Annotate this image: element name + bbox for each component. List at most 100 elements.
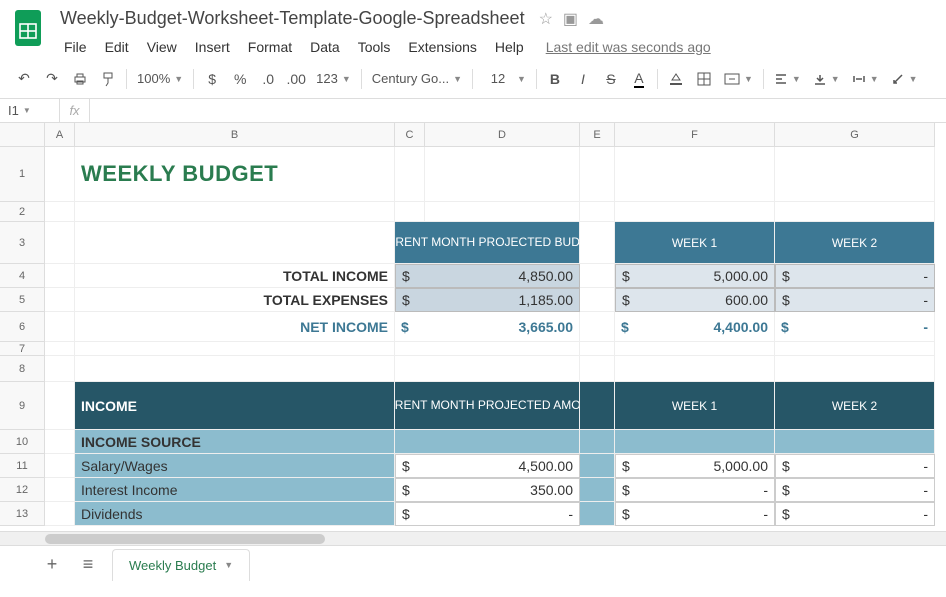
cell-E8[interactable] [580, 356, 615, 382]
col-header-E[interactable]: E [580, 123, 615, 147]
cloud-icon[interactable]: ☁ [588, 9, 604, 29]
cell-G2[interactable] [775, 202, 935, 222]
col-header-G[interactable]: G [775, 123, 935, 147]
italic-icon[interactable]: I [569, 65, 597, 93]
print-icon[interactable] [66, 65, 94, 93]
sheet-tab-weekly-budget[interactable]: Weekly Budget ▼ [112, 549, 250, 581]
net-income-w1[interactable]: $4,400.00 [615, 312, 775, 342]
net-income-proj[interactable]: $3,665.00 [395, 312, 580, 342]
total-income-label[interactable]: TOTAL INCOME [75, 264, 395, 288]
cell-G10[interactable] [775, 430, 935, 454]
cell-E12[interactable] [580, 478, 615, 502]
zoom-dropdown[interactable]: 100%▼ [131, 65, 189, 93]
row-header-8[interactable]: 8 [0, 356, 45, 382]
menu-tools[interactable]: Tools [350, 35, 399, 59]
add-sheet-icon[interactable]: + [40, 554, 64, 575]
cell-E11[interactable] [580, 454, 615, 478]
total-expenses-w1[interactable]: $600.00 [615, 288, 775, 312]
cell-E1[interactable] [580, 147, 615, 202]
cell-CD8[interactable] [395, 356, 580, 382]
number-format-dropdown[interactable]: 123▼ [310, 65, 357, 93]
cell-A13[interactable] [45, 502, 75, 526]
decrease-decimal-icon[interactable]: .0 [254, 65, 282, 93]
undo-icon[interactable]: ↶ [10, 65, 38, 93]
cell-A3[interactable] [45, 222, 75, 264]
rotation-dropdown[interactable]: ▼ [885, 65, 924, 93]
income-source-header[interactable]: INCOME SOURCE [75, 430, 395, 454]
move-icon[interactable]: ▣ [563, 9, 578, 29]
sheets-logo[interactable] [10, 6, 46, 50]
borders-icon[interactable] [690, 65, 718, 93]
salary-w2[interactable]: $- [775, 454, 935, 478]
cell-CD10[interactable] [395, 430, 580, 454]
col-header-F[interactable]: F [615, 123, 775, 147]
cell-E6[interactable] [580, 312, 615, 342]
cell-B3[interactable] [75, 222, 395, 264]
cell-E7[interactable] [580, 342, 615, 356]
cell-A2[interactable] [45, 202, 75, 222]
currency-icon[interactable]: $ [198, 65, 226, 93]
total-income-w2[interactable]: $- [775, 264, 935, 288]
increase-decimal-icon[interactable]: .00 [282, 65, 310, 93]
dividends-proj[interactable]: $- [395, 502, 580, 526]
menu-data[interactable]: Data [302, 35, 348, 59]
cell-A1[interactable] [45, 147, 75, 202]
header-week2[interactable]: WEEK 2 [775, 222, 935, 264]
row-header-9[interactable]: 9 [0, 382, 45, 430]
cell-G7[interactable] [775, 342, 935, 356]
font-size-dropdown[interactable]: 12▼ [477, 65, 532, 93]
row-header-12[interactable]: 12 [0, 478, 45, 502]
income-w2-header[interactable]: WEEK 2 [775, 382, 935, 430]
income-proj-header[interactable]: CURRENT MONTH PROJECTED AMOUNT [395, 382, 580, 430]
dividends-w2[interactable]: $- [775, 502, 935, 526]
cell-E9[interactable] [580, 382, 615, 430]
row-header-13[interactable]: 13 [0, 502, 45, 526]
cell-E13[interactable] [580, 502, 615, 526]
select-all-corner[interactable] [0, 123, 45, 147]
horizontal-scrollbar[interactable] [0, 531, 946, 545]
income-w1-header[interactable]: WEEK 1 [615, 382, 775, 430]
halign-dropdown[interactable]: ▼ [768, 65, 807, 93]
redo-icon[interactable]: ↷ [38, 65, 66, 93]
row-header-10[interactable]: 10 [0, 430, 45, 454]
row-header-4[interactable]: 4 [0, 264, 45, 288]
row-header-7[interactable]: 7 [0, 342, 45, 356]
page-title[interactable]: WEEKLY BUDGET [75, 147, 395, 202]
star-icon[interactable]: ☆ [539, 9, 553, 29]
cell-CD7[interactable] [395, 342, 580, 356]
salary-label[interactable]: Salary/Wages [75, 454, 395, 478]
cell-C1[interactable] [395, 147, 425, 202]
cell-A7[interactable] [45, 342, 75, 356]
header-projected-budget[interactable]: CURRENT MONTH PROJECTED BUDGET [395, 222, 580, 264]
net-income-w2[interactable]: $- [775, 312, 935, 342]
cell-F1[interactable] [615, 147, 775, 202]
cell-G1[interactable] [775, 147, 935, 202]
wrap-dropdown[interactable]: ▼ [846, 65, 885, 93]
cell-E3[interactable] [580, 222, 615, 264]
row-header-6[interactable]: 6 [0, 312, 45, 342]
cell-B8[interactable] [75, 356, 395, 382]
fill-color-icon[interactable] [662, 65, 690, 93]
cell-D2[interactable] [425, 202, 580, 222]
cell-F10[interactable] [615, 430, 775, 454]
valign-dropdown[interactable]: ▼ [807, 65, 846, 93]
header-week1[interactable]: WEEK 1 [615, 222, 775, 264]
cell-A12[interactable] [45, 478, 75, 502]
cell-E5[interactable] [580, 288, 615, 312]
cell-A9[interactable] [45, 382, 75, 430]
row-header-11[interactable]: 11 [0, 454, 45, 478]
cell-F2[interactable] [615, 202, 775, 222]
salary-proj[interactable]: $4,500.00 [395, 454, 580, 478]
dividends-w1[interactable]: $- [615, 502, 775, 526]
total-expenses-w2[interactable]: $- [775, 288, 935, 312]
cell-A6[interactable] [45, 312, 75, 342]
cell-D1[interactable] [425, 147, 580, 202]
cell-B7[interactable] [75, 342, 395, 356]
doc-title[interactable]: Weekly-Budget-Worksheet-Template-Google-… [56, 6, 529, 31]
cell-A8[interactable] [45, 356, 75, 382]
all-sheets-icon[interactable]: ≡ [76, 554, 100, 575]
menu-format[interactable]: Format [240, 35, 300, 59]
text-color-icon[interactable]: A [625, 65, 653, 93]
col-header-C[interactable]: C [395, 123, 425, 147]
cell-E10[interactable] [580, 430, 615, 454]
